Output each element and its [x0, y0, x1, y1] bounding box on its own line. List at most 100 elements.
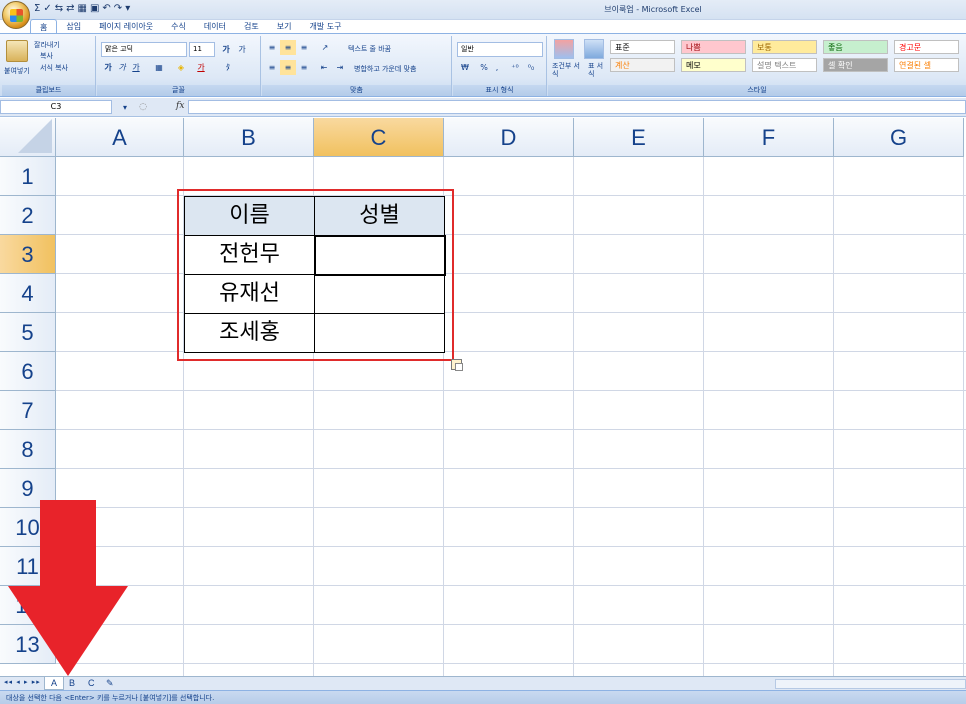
name-box[interactable]: C3	[0, 100, 112, 114]
row-header[interactable]: 6	[0, 352, 56, 391]
column-header[interactable]: G	[834, 118, 964, 157]
table-format-button[interactable]: 표 서식	[588, 62, 606, 78]
number-format-select[interactable]: 일반	[457, 42, 543, 57]
bold-button[interactable]: 가	[101, 60, 115, 75]
gridline	[56, 507, 966, 508]
merge-center-button[interactable]: 병합하고 가운데 맞춤	[354, 64, 416, 74]
sheet-tab[interactable]: B	[63, 677, 81, 690]
row-header[interactable]: 8	[0, 430, 56, 469]
row-header[interactable]: 7	[0, 391, 56, 430]
select-all-corner[interactable]	[0, 118, 56, 157]
gridline	[56, 390, 966, 391]
cell-style-item[interactable]: 연결된 셀	[894, 58, 959, 72]
percent-button[interactable]: %	[477, 60, 491, 75]
cell-style-item[interactable]: 셀 확인	[823, 58, 888, 72]
cell-style-item[interactable]: 설명 텍스트	[752, 58, 817, 72]
underline-button[interactable]: 가	[129, 60, 143, 75]
paste-options-icon[interactable]	[451, 359, 463, 371]
gridline	[56, 429, 966, 430]
row-header[interactable]: 1	[0, 157, 56, 196]
ribbon-tab[interactable]: 개발 도구	[300, 19, 350, 33]
currency-button[interactable]: ₩	[457, 60, 473, 75]
row-header[interactable]: 10	[0, 508, 56, 547]
ribbon-tab[interactable]: 페이지 레이아웃	[90, 19, 162, 33]
ribbon-tab[interactable]: 수식	[162, 19, 195, 33]
align-left-icon[interactable]: ≡	[264, 60, 280, 75]
shrink-font-button[interactable]: 가	[235, 42, 249, 57]
ribbon-tab[interactable]: 삽입	[57, 19, 90, 33]
gridline	[56, 468, 966, 469]
font-name-select[interactable]: 맑은 고딕	[101, 42, 187, 57]
insert-sheet-icon[interactable]: ✎	[100, 677, 120, 690]
align-center-icon[interactable]: ≡	[280, 60, 296, 75]
column-header[interactable]: E	[574, 118, 704, 157]
column-header[interactable]: B	[184, 118, 314, 157]
alignment-group-label: 맞춤	[262, 85, 451, 96]
column-header[interactable]: C	[314, 118, 444, 157]
copy-button[interactable]: 복사	[40, 51, 53, 61]
office-button[interactable]	[2, 1, 30, 29]
comma-button[interactable]: ,	[491, 60, 503, 75]
row-header[interactable]: 12	[0, 586, 56, 625]
sheet-nav-icon[interactable]: ◂◂ ◂ ▸ ▸▸	[4, 678, 41, 686]
ribbon-tab[interactable]: 검토	[235, 19, 268, 33]
worksheet-grid[interactable]: A B C D E F G 1 2 3 4 5 6 7 8 9 10 11 12 13 이름 성별 전헌무 유재선 조세홍	[0, 118, 966, 676]
sheet-tab-bar: ◂◂ ◂ ▸ ▸▸ ABC ✎	[0, 676, 966, 690]
formula-input[interactable]	[188, 100, 966, 114]
sheet-tab[interactable]: C	[82, 677, 101, 690]
insert-function-circle-icon[interactable]: ◌	[136, 100, 150, 115]
font-color-button[interactable]: 가	[193, 60, 209, 75]
paste-button[interactable]: 붙여넣기	[4, 66, 30, 76]
table-format-icon[interactable]	[584, 39, 604, 59]
column-header[interactable]: D	[444, 118, 574, 157]
decrease-decimal-icon[interactable]: ⁰₀	[523, 60, 539, 75]
cut-button[interactable]: 잘라내기	[34, 40, 60, 50]
fill-color-icon[interactable]: ◈	[173, 60, 189, 75]
ribbon-tab[interactable]: 홈	[30, 19, 58, 33]
grow-font-button[interactable]: 가	[219, 42, 233, 57]
horizontal-scrollbar[interactable]	[775, 679, 966, 689]
orientation-icon[interactable]: ↗	[316, 40, 334, 55]
ribbon-tab[interactable]: 데이터	[195, 19, 235, 33]
column-header[interactable]: A	[56, 118, 184, 157]
border-button[interactable]: ▦	[151, 60, 167, 75]
align-bottom-icon[interactable]: ≡	[296, 40, 312, 55]
ribbon-tab[interactable]: 보기	[268, 19, 301, 33]
number-group-label: 표시 형식	[453, 85, 546, 96]
decrease-indent-icon[interactable]: ⇤	[316, 60, 332, 75]
conditional-format-icon[interactable]	[554, 39, 574, 59]
fx-icon[interactable]: fx	[176, 101, 184, 111]
font-size-select[interactable]: 11	[189, 42, 215, 57]
format-painter-button[interactable]: 서식 복사	[40, 63, 68, 73]
increase-indent-icon[interactable]: ⇥	[332, 60, 348, 75]
cell-style-item[interactable]: 나쁨	[681, 40, 746, 54]
increase-decimal-icon[interactable]: ⁺⁰	[507, 60, 523, 75]
row-header[interactable]: 13	[0, 625, 56, 664]
italic-button[interactable]: 가	[115, 60, 129, 75]
cell-style-item[interactable]: 보통	[752, 40, 817, 54]
row-header[interactable]: 3	[0, 235, 56, 274]
wrap-text-button[interactable]: 텍스트 줄 바꿈	[348, 44, 391, 54]
row-header[interactable]: 9	[0, 469, 56, 508]
cell-style-item[interactable]: 좋음	[823, 40, 888, 54]
row-header[interactable]: 4	[0, 274, 56, 313]
conditional-format-button[interactable]: 조건부 서식	[552, 62, 580, 78]
row-header[interactable]: 5	[0, 313, 56, 352]
cell-style-item[interactable]: 메모	[681, 58, 746, 72]
name-box-dropdown-icon[interactable]: ▾	[118, 100, 132, 115]
align-right-icon[interactable]: ≡	[296, 60, 312, 75]
gridline	[56, 546, 966, 547]
styles-group: 조건부 서식 표 서식 표준 나쁨 보통 좋음 경고문계산 메모 설명 텍스트 셀 확인 연결된…	[548, 36, 966, 96]
paste-icon[interactable]	[6, 40, 28, 62]
cell-style-item[interactable]: 표준	[610, 40, 675, 54]
ribbon-tabs: 홈 삽입 페이지 레이아웃 수식 데이터 검토 보기 개발 도구	[30, 19, 350, 33]
column-header[interactable]: F	[704, 118, 834, 157]
sheet-tab[interactable]: A	[44, 677, 65, 690]
row-header[interactable]: 11	[0, 547, 56, 586]
row-header[interactable]: 2	[0, 196, 56, 235]
align-middle-icon[interactable]: ≡	[280, 40, 296, 55]
phonetic-button[interactable]: ﾀ	[217, 60, 239, 75]
align-top-icon[interactable]: ≡	[264, 40, 280, 55]
cell-style-item[interactable]: 경고문	[894, 40, 959, 54]
cell-style-item[interactable]: 계산	[610, 58, 675, 72]
